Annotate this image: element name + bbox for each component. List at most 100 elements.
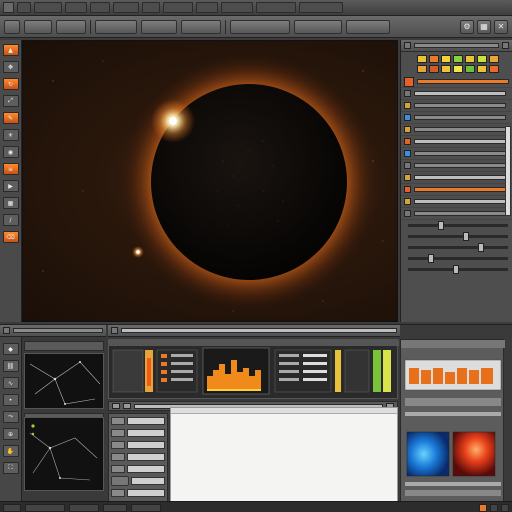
- inspector-row-1[interactable]: [401, 76, 512, 88]
- row-checkbox[interactable]: [404, 210, 411, 217]
- row-checkbox[interactable]: [404, 150, 411, 157]
- text-editor-area[interactable]: [170, 407, 398, 503]
- inspector-menu-icon[interactable]: [502, 42, 509, 49]
- slider-knob[interactable]: [478, 243, 484, 252]
- inspector-slider-3[interactable]: [401, 242, 512, 253]
- color-swatch[interactable]: [453, 55, 463, 63]
- color-swatch[interactable]: [429, 65, 439, 73]
- row-field[interactable]: [414, 151, 506, 156]
- status-indicator-icon[interactable]: [490, 503, 498, 512]
- row-field[interactable]: [414, 91, 506, 96]
- scale-icon[interactable]: ⤢: [2, 95, 19, 107]
- render-viewport[interactable]: [22, 40, 398, 322]
- toolbar-button-3[interactable]: [56, 19, 86, 34]
- erase-icon[interactable]: ⌫: [2, 231, 19, 243]
- row-field[interactable]: [414, 211, 506, 216]
- menu-item-6[interactable]: [142, 2, 160, 13]
- prop-row[interactable]: [111, 452, 165, 462]
- color-swatch[interactable]: [489, 65, 499, 73]
- inspector-slider-4[interactable]: [401, 253, 512, 264]
- menu-item-9[interactable]: [221, 2, 253, 13]
- menu-item-1[interactable]: [17, 2, 31, 13]
- prop-row[interactable]: [111, 488, 165, 498]
- prop-row[interactable]: [111, 416, 165, 426]
- fit-icon[interactable]: ⛶: [2, 462, 19, 474]
- prop-field[interactable]: [127, 429, 165, 437]
- prop-button[interactable]: [111, 476, 129, 486]
- color-swatch[interactable]: [441, 55, 451, 63]
- prop-row[interactable]: [111, 428, 165, 438]
- light-icon[interactable]: ☀: [2, 129, 19, 141]
- inspector-row-9[interactable]: [401, 172, 512, 184]
- row-checkbox[interactable]: [404, 162, 411, 169]
- slider-track[interactable]: [408, 232, 508, 241]
- slider-track[interactable]: [408, 254, 508, 263]
- rotate-icon[interactable]: ↻: [2, 78, 19, 90]
- inspector-row-3[interactable]: [401, 100, 512, 112]
- paint-icon[interactable]: ✎: [2, 112, 19, 124]
- close-icon[interactable]: ✕: [494, 19, 508, 34]
- menu-item-5[interactable]: [113, 2, 139, 13]
- toolbar-button-5[interactable]: [141, 19, 177, 34]
- prop-row[interactable]: [111, 440, 165, 450]
- color-swatch[interactable]: [465, 65, 475, 73]
- row-field[interactable]: [414, 115, 506, 120]
- row-checkbox[interactable]: [404, 90, 411, 97]
- inspector-row-11[interactable]: [401, 196, 512, 208]
- row-checkbox[interactable]: [404, 186, 411, 193]
- toolbar-button-1[interactable]: [4, 19, 20, 34]
- render-icon[interactable]: ▶: [2, 180, 19, 192]
- menu-item-2[interactable]: [34, 2, 62, 13]
- row-field[interactable]: [414, 199, 506, 204]
- inspector-slider-5[interactable]: [401, 264, 512, 275]
- brush-icon[interactable]: ∕: [2, 214, 19, 226]
- settings-icon[interactable]: ⚙: [460, 19, 474, 34]
- inspector-row-10[interactable]: [401, 184, 512, 196]
- color-swatch[interactable]: [417, 55, 427, 63]
- zoom-icon[interactable]: ⊕: [2, 428, 19, 440]
- row-checkbox[interactable]: [404, 174, 411, 181]
- row-field[interactable]: [414, 175, 506, 180]
- prop-field[interactable]: [131, 477, 165, 485]
- inspector-row-2[interactable]: [401, 88, 512, 100]
- inspector-row-5[interactable]: [401, 124, 512, 136]
- slider-track[interactable]: [408, 221, 508, 230]
- status-indicator-icon[interactable]: [501, 503, 509, 512]
- preview-panel[interactable]: [400, 339, 505, 503]
- color-swatch[interactable]: [477, 55, 487, 63]
- camera-icon[interactable]: ◉: [2, 146, 19, 158]
- toolbar-button-7[interactable]: [230, 19, 290, 34]
- graph-view-2[interactable]: [24, 417, 104, 491]
- row-field[interactable]: [414, 103, 506, 108]
- pane-toggle[interactable]: [3, 327, 10, 334]
- toolbar-button-8[interactable]: [294, 19, 342, 34]
- row-field[interactable]: [414, 187, 506, 192]
- prop-row[interactable]: [111, 476, 165, 486]
- play-button[interactable]: [112, 403, 120, 409]
- pan-icon[interactable]: ✋: [2, 445, 19, 457]
- menu-item-10[interactable]: [256, 2, 296, 13]
- menu-item-4[interactable]: [90, 2, 110, 13]
- node-icon[interactable]: ◆: [2, 343, 19, 355]
- inspector-slider-1[interactable]: [401, 220, 512, 231]
- prop-field[interactable]: [127, 417, 165, 425]
- stop-button[interactable]: [123, 403, 131, 409]
- prop-row[interactable]: [111, 464, 165, 474]
- layout-icon[interactable]: ▦: [477, 19, 491, 34]
- inspector-toggle[interactable]: [404, 42, 411, 49]
- point-icon[interactable]: •: [2, 394, 19, 406]
- slider-track[interactable]: [408, 265, 508, 274]
- row-checkbox[interactable]: [404, 102, 411, 109]
- inspector-scrollbar[interactable]: [505, 126, 511, 216]
- status-indicator-icon[interactable]: [479, 503, 487, 512]
- grid-icon[interactable]: ▦: [2, 197, 19, 209]
- move-icon[interactable]: ✥: [2, 61, 19, 73]
- inspector-row-7[interactable]: [401, 148, 512, 160]
- toolbar-button-2[interactable]: [24, 19, 52, 34]
- menu-item-8[interactable]: [196, 2, 218, 13]
- prop-field[interactable]: [127, 489, 165, 497]
- slider-knob[interactable]: [453, 265, 459, 274]
- slider-knob[interactable]: [428, 254, 434, 263]
- color-swatch[interactable]: [477, 65, 487, 73]
- layers-icon[interactable]: ≡: [2, 163, 19, 175]
